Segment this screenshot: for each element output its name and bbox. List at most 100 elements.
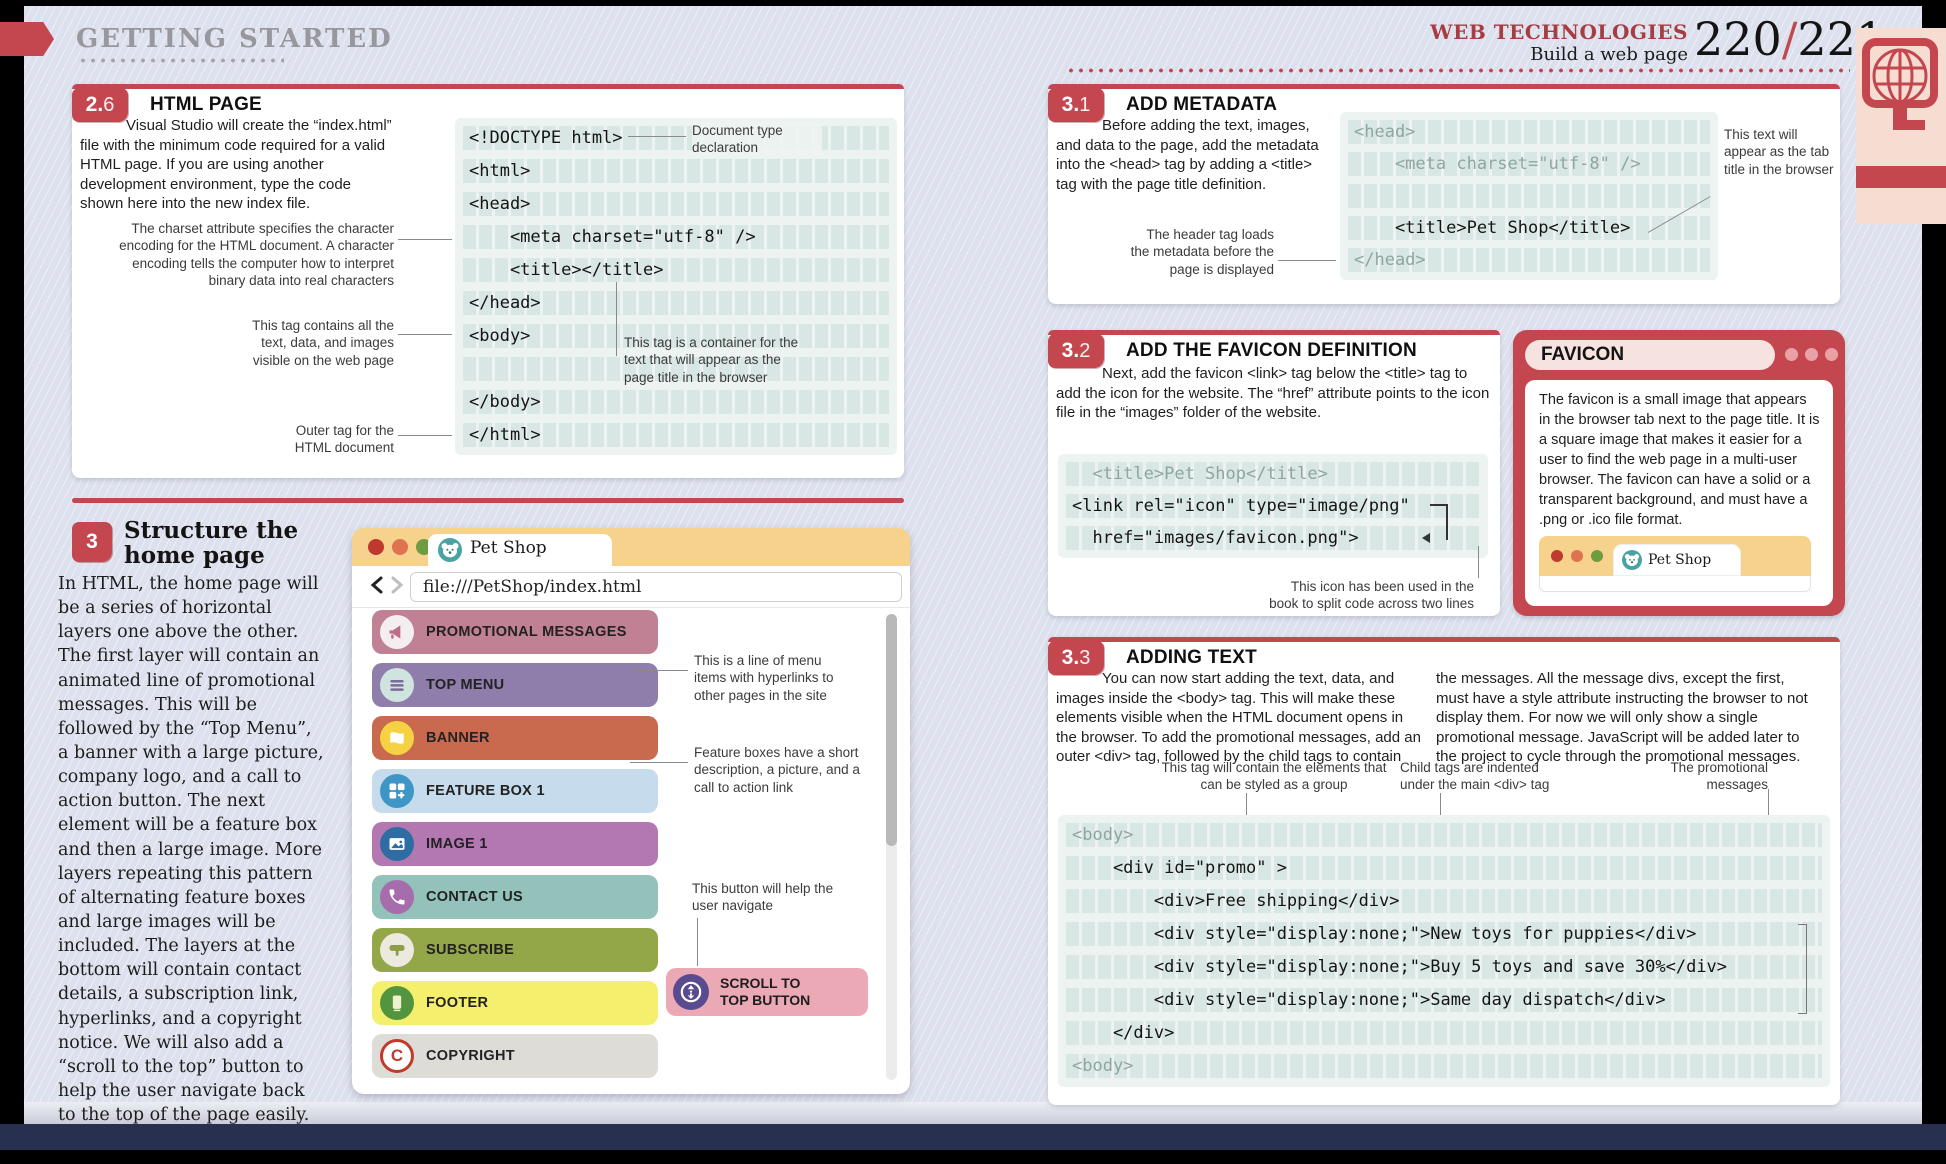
globe-monitor-icon: [1860, 36, 1942, 148]
header-category: WEB TECHNOLOGIES: [1350, 20, 1688, 44]
annotation-title-tag: This tag is a container for the text tha…: [624, 334, 814, 386]
chapter-tab-marker: [0, 22, 54, 56]
chapter-icon-panel: [1856, 28, 1946, 224]
code-block-3-3: <body> <div id="promo" > <div>Free shipp…: [1058, 815, 1830, 1087]
layer-label: BANNER: [426, 716, 490, 760]
code-line: <meta charset="utf-8" />: [463, 225, 889, 249]
code-line: <div style="display:none;">Buy 5 toys an…: [1066, 955, 1822, 979]
code-line: <html>: [463, 159, 889, 183]
annotation-header-tag: The header tag loads the metadata before…: [1126, 226, 1274, 278]
section-divider: [72, 498, 904, 503]
code-line: <!DOCTYPE html>: [463, 126, 889, 150]
layer-label: SUBSCRIBE: [426, 928, 514, 972]
annotation-scroll-button: This button will help the user navigate: [692, 880, 834, 915]
code-block-2-6: <!DOCTYPE html> <html> <head> <meta char…: [455, 118, 897, 455]
section-3-body: In HTML, the home page will be a series …: [58, 572, 324, 1127]
section-3-title: Structure the home page: [124, 518, 298, 569]
layer-feature-box-1[interactable]: FEATURE BOX 1: [372, 769, 658, 813]
layer-footer[interactable]: FOOTER: [372, 981, 658, 1025]
badge-number: 3: [86, 530, 98, 553]
code-line: </body>: [463, 390, 889, 414]
layer-promotional-messages[interactable]: PROMOTIONAL MESSAGES: [372, 610, 658, 654]
layer-banner[interactable]: BANNER: [372, 716, 658, 760]
code-line: <div style="display:none;">New toys for …: [1066, 922, 1822, 946]
badge-number-minor: 6: [103, 94, 114, 116]
code-line: <div id="promo" >: [1066, 856, 1822, 880]
annotation-top-menu: This is a line of menu items with hyperl…: [694, 652, 846, 704]
favicon-box-body-panel: The favicon is a small image that appear…: [1525, 380, 1833, 606]
scroll-button-label-line1: SCROLL TO: [720, 975, 810, 992]
chapter-title: GETTING STARTED: [76, 24, 393, 54]
leader-line: [630, 762, 688, 763]
leader-line: [398, 239, 452, 240]
card-3-2-favicon-definition: 3.2 ADD THE FAVICON DEFINITION Next, add…: [1048, 330, 1500, 616]
pet-favicon-icon: [1622, 550, 1642, 570]
scroll-arrows-icon: [673, 974, 709, 1010]
layer-label: FOOTER: [426, 981, 488, 1025]
close-window-dot[interactable]: [368, 539, 384, 555]
badge-number-minor: 3: [1079, 647, 1090, 669]
badge-number-minor: 2: [1079, 340, 1090, 362]
layer-label: PROMOTIONAL MESSAGES: [426, 610, 627, 654]
scroll-button-label: SCROLL TO TOP BUTTON: [720, 975, 810, 1009]
section-title: HTML PAGE: [150, 94, 262, 116]
layer-label: FEATURE BOX 1: [426, 769, 545, 813]
favicon-box-header: FAVICON: [1525, 340, 1775, 370]
badge-number-minor: 1: [1079, 94, 1090, 116]
leader-line: [697, 918, 698, 966]
mini-browser: Pet Shop: [1539, 536, 1811, 594]
forward-icon[interactable]: [390, 576, 404, 594]
browser-tab[interactable]: Pet Shop: [428, 534, 612, 566]
section-body-right: the messages. All the message divs, exce…: [1436, 669, 1814, 767]
card-2-6-html-page: 2.6 HTML PAGE Visual Studio will create …: [72, 84, 904, 478]
scroll-to-top-button[interactable]: SCROLL TO TOP BUTTON: [666, 968, 868, 1016]
line-continuation-arrow: [1422, 533, 1430, 543]
minimize-window-dot: [1571, 550, 1583, 562]
code-line: <body>: [1066, 1054, 1822, 1078]
badge-number: 3.: [1062, 339, 1080, 362]
section-title: ADD METADATA: [1126, 94, 1277, 116]
favicon-info-box: FAVICON The favicon is a small image tha…: [1513, 330, 1845, 616]
annotation-group-div: This tag will contain the elements that …: [1156, 759, 1392, 794]
decorative-dot: [1805, 348, 1818, 361]
layer-label: COPYRIGHT: [426, 1034, 515, 1078]
code-line: <body>: [1066, 823, 1822, 847]
chapter-icon-bar: [1856, 166, 1946, 188]
promo-divs-bracket: [1798, 924, 1807, 1014]
header-subtitle: Build a web page: [1350, 44, 1688, 65]
annotation-charset: The charset attribute specifies the char…: [112, 220, 394, 289]
decorative-dot: [1785, 348, 1798, 361]
browser-window: Pet Shop file:///PetShop/index.html PROM…: [352, 528, 910, 1094]
layer-subscribe[interactable]: SUBSCRIBE: [372, 928, 658, 972]
page-number-left: 220: [1694, 12, 1782, 66]
annotation-doctype: Document type declaration: [692, 122, 822, 157]
layer-image-1[interactable]: IMAGE 1: [372, 822, 658, 866]
layer-top-menu[interactable]: TOP MENU: [372, 663, 658, 707]
annotation-child-tags: Child tags are indented under the main <…: [1400, 759, 1576, 794]
layer-copyright[interactable]: C COPYRIGHT: [372, 1034, 658, 1078]
mini-browser-tab-title: Pet Shop: [1648, 551, 1711, 570]
address-bar[interactable]: file:///PetShop/index.html: [410, 572, 902, 602]
scroll-button-label-line2: TOP BUTTON: [720, 992, 810, 1009]
back-icon[interactable]: [370, 576, 384, 594]
layer-contact-us[interactable]: CONTACT US: [372, 875, 658, 919]
code-line: <head>: [463, 192, 889, 216]
scrollbar-thumb[interactable]: [886, 614, 897, 846]
flag-icon: [380, 721, 414, 755]
favicon-box-body: The favicon is a small image that appear…: [1539, 390, 1821, 530]
leader-line: [398, 334, 452, 335]
menu-icon: [380, 668, 414, 702]
badge-number: 3.: [1062, 646, 1080, 669]
code-line: <head>: [1348, 120, 1710, 144]
leader-line: [628, 136, 686, 137]
device-icon: [380, 986, 414, 1020]
browser-tab-title: Pet Shop: [470, 538, 547, 558]
code-line: <meta charset="utf-8" />: [1348, 152, 1710, 176]
badge-number: 2.: [86, 93, 104, 116]
card-3-1-add-metadata: 3.1 ADD METADATA Before adding the text,…: [1048, 84, 1840, 304]
badge-number: 3.: [1062, 93, 1080, 116]
annotation-feature-box: Feature boxes have a short description, …: [694, 744, 862, 796]
minimize-window-dot[interactable]: [392, 539, 408, 555]
section-body: Visual Studio will create the “index.htm…: [80, 116, 398, 214]
section-3-title-line1: Structure the: [124, 518, 298, 543]
